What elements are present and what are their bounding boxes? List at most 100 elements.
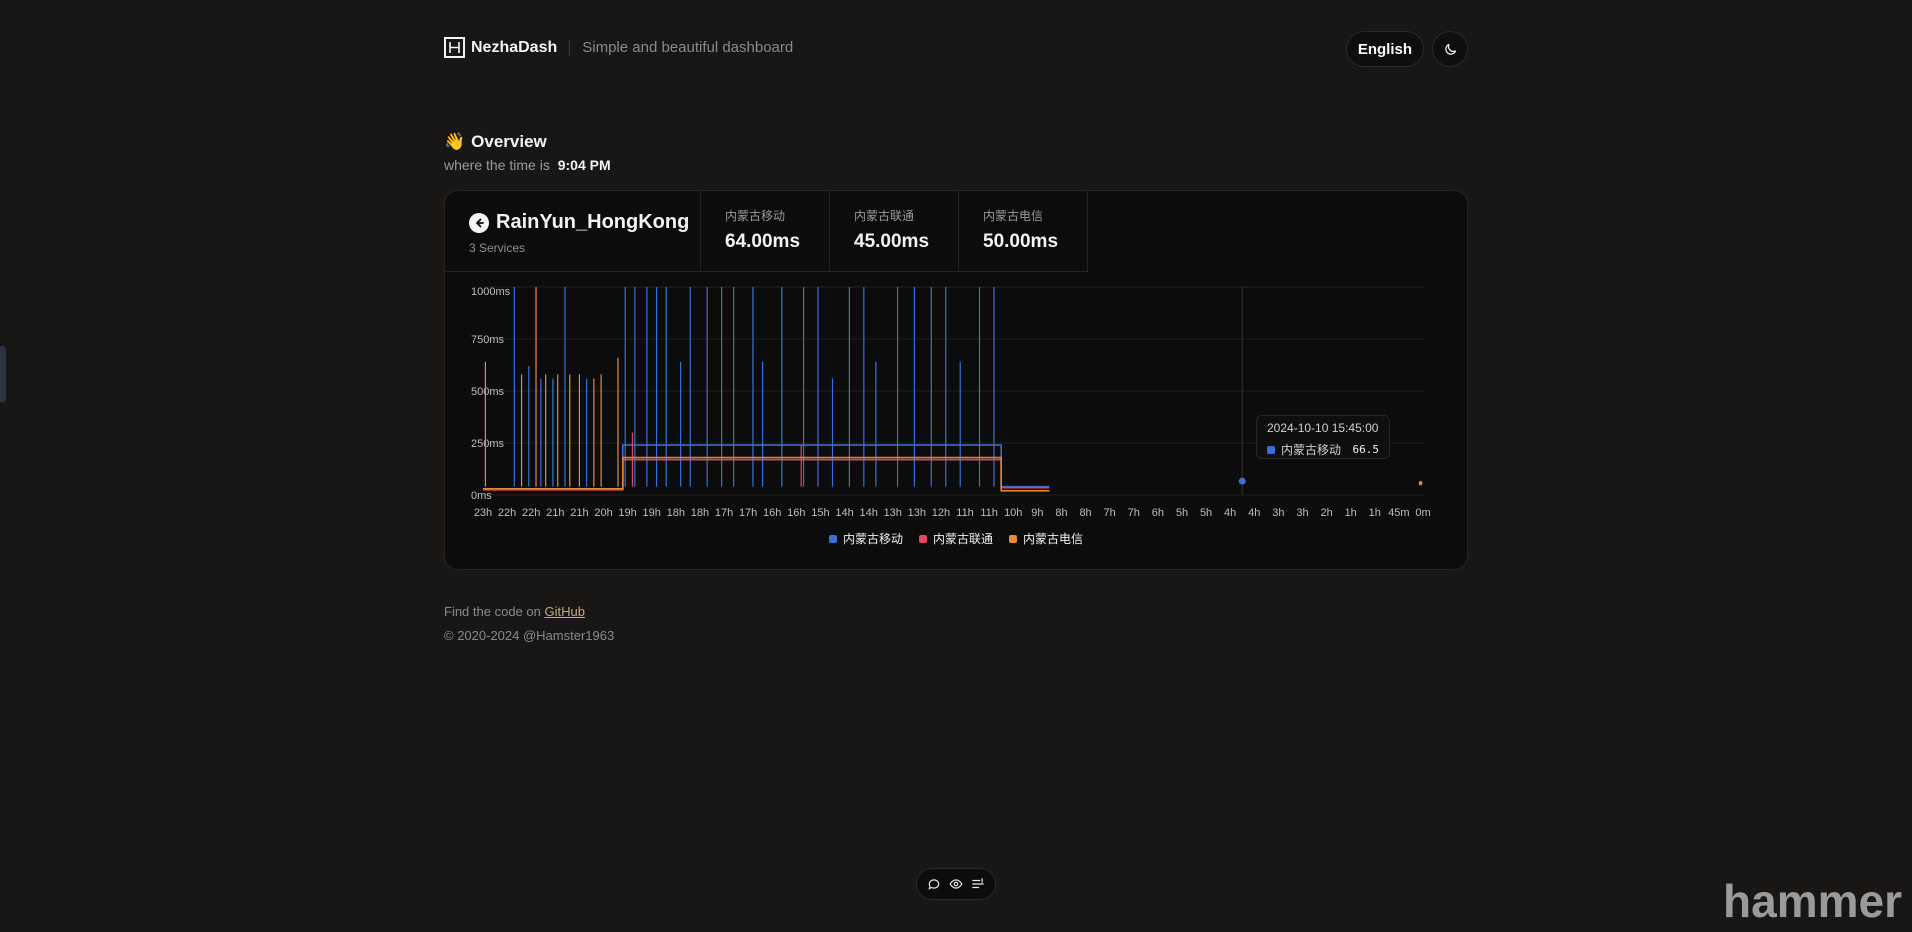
x-tick-label: 2h	[1320, 507, 1332, 519]
stat-value: 45.00ms	[854, 231, 930, 252]
moon-icon	[1444, 43, 1456, 55]
x-tick-label: 8h	[1079, 507, 1091, 519]
footer: Find the code on GitHub © 2020-2024 @Ham…	[444, 600, 614, 648]
header: NezhaDash Simple and beautiful dashboard…	[444, 31, 1468, 70]
x-tick-label: 22h	[498, 507, 516, 519]
legend-label: 内蒙古联通	[932, 532, 993, 546]
x-tick-label: 14h	[835, 507, 853, 519]
stat-telecom[interactable]: 内蒙古电信 50.00ms	[959, 191, 1088, 271]
footer-prefix: Find the code on	[444, 604, 541, 619]
x-tick-label: 7h	[1128, 507, 1140, 519]
x-tick-label: 14h	[859, 507, 877, 519]
wave-icon: 👋	[444, 132, 466, 151]
github-link[interactable]: GitHub	[544, 604, 584, 619]
x-tick-label: 19h	[618, 507, 636, 519]
x-tick-label: 16h	[787, 507, 805, 519]
server-info: RainYun_HongKong 3 Services	[445, 191, 701, 271]
x-tick-label: 3h	[1272, 507, 1284, 519]
y-tick-label: 0ms	[471, 490, 492, 502]
brand-name: NezhaDash	[471, 38, 558, 56]
x-tick-label: 11h	[956, 507, 974, 519]
x-tick-label: 1h	[1369, 507, 1381, 519]
logo-icon	[444, 37, 465, 58]
legend-label: 内蒙古电信	[1023, 532, 1084, 546]
x-tick-label: 15h	[811, 507, 829, 519]
chart-legend: 内蒙古移动 内蒙古联通 内蒙古电信	[445, 530, 1467, 547]
copyright: © 2020-2024 @Hamster1963	[444, 628, 615, 643]
overview-title: Overview	[471, 132, 547, 151]
y-tick-label: 1000ms	[471, 286, 511, 298]
services-count: 3 Services	[469, 241, 526, 255]
legend-item-telecom[interactable]: 内蒙古电信	[1009, 530, 1083, 547]
filter-list-icon[interactable]	[971, 877, 985, 891]
stat-unicom[interactable]: 内蒙古联通 45.00ms	[830, 191, 959, 271]
x-tick-label: 11h	[980, 507, 998, 519]
stat-label: 内蒙古电信	[983, 209, 1044, 223]
message-icon[interactable]	[927, 877, 941, 891]
x-tick-label: 5h	[1176, 507, 1188, 519]
x-tick-label: 18h	[691, 507, 709, 519]
stat-value: 50.00ms	[983, 231, 1059, 252]
legend-swatch	[828, 534, 837, 543]
current-time-row: where the time is 9:04 PM	[444, 157, 611, 173]
series-line	[483, 444, 1050, 490]
server-title-row: RainYun_HongKong	[469, 211, 700, 234]
data-point	[1238, 477, 1246, 485]
language-button[interactable]: English	[1345, 31, 1424, 67]
x-tick-label: 3h	[1296, 507, 1308, 519]
data-point	[1418, 481, 1423, 486]
tooltip-time: 2024-10-10 15:45:00	[1267, 421, 1379, 435]
latency-chart[interactable]: 0ms 250ms 500ms 750ms 1000ms 23h 22h 22h 21h 21h 2…	[445, 279, 1467, 521]
x-tick-label: 7h	[1104, 507, 1116, 519]
y-tick-label: 500ms	[471, 386, 505, 398]
brand-logo[interactable]: NezhaDash Simple and beautiful dashboard	[444, 37, 793, 58]
x-tick-label: 16h	[763, 507, 781, 519]
series-line	[483, 458, 1050, 491]
tooltip-swatch	[1267, 445, 1275, 454]
bottom-dock	[916, 868, 996, 900]
theme-toggle-button[interactable]	[1432, 31, 1468, 67]
x-tick-label: 9h	[1031, 507, 1043, 519]
legend-swatch	[1009, 534, 1017, 543]
legend-item-mobile[interactable]: 内蒙古移动	[828, 530, 903, 547]
x-tick-label: 22h	[522, 507, 540, 519]
y-tick-label: 750ms	[471, 334, 505, 346]
x-tick-label: 0m	[1415, 507, 1430, 519]
stat-mobile[interactable]: 内蒙古移动 64.00ms	[701, 191, 830, 271]
watermark: hammer	[1723, 875, 1902, 927]
overview-title-row: 👋 Overview	[444, 132, 611, 152]
x-tick-label: 4h	[1248, 507, 1260, 519]
tagline: Simple and beautiful dashboard	[582, 39, 794, 56]
stat-label: 内蒙古联通	[854, 209, 915, 223]
tooltip-series: 内蒙古移动	[1281, 443, 1342, 457]
legend-item-unicom[interactable]: 内蒙古联通	[918, 530, 993, 547]
tooltip-row: 内蒙古移动 66.5	[1267, 441, 1379, 458]
footer-github-line: Find the code on GitHub	[444, 600, 614, 624]
x-tick-label: 12h	[932, 507, 950, 519]
chart-tooltip: 2024-10-10 15:45:00 内蒙古移动 66.5	[1256, 415, 1390, 459]
x-tick-label: 4h	[1224, 507, 1236, 519]
arrow-left-circle-icon[interactable]	[469, 212, 489, 233]
x-tick-label: 45m	[1388, 507, 1409, 519]
x-tick-label: 8h	[1055, 507, 1067, 519]
x-tick-label: 6h	[1152, 507, 1164, 519]
x-tick-label: 13h	[908, 507, 926, 519]
x-tick-label: 5h	[1200, 507, 1212, 519]
side-handle[interactable]	[0, 346, 6, 402]
x-tick-label: 1h	[1345, 507, 1357, 519]
x-tick-label: 13h	[884, 507, 902, 519]
x-tick-label: 21h	[546, 507, 564, 519]
overview-section: 👋 Overview where the time is 9:04 PM	[444, 132, 611, 173]
server-monitor-card: RainYun_HongKong 3 Services 内蒙古移动 64.00m…	[444, 190, 1468, 570]
series-line	[483, 456, 1050, 492]
x-tick-label: 20h	[594, 507, 612, 519]
x-tick-label: 17h	[715, 507, 733, 519]
x-tick-label: 18h	[667, 507, 685, 519]
tooltip-value: 66.5	[1352, 443, 1380, 456]
eye-icon[interactable]	[949, 877, 963, 891]
x-tick-label: 17h	[739, 507, 757, 519]
card-header: RainYun_HongKong 3 Services 内蒙古移动 64.00m…	[445, 191, 1088, 272]
x-tick-label: 10h	[1004, 507, 1022, 519]
legend-label: 内蒙古移动	[842, 532, 903, 546]
stat-value: 64.00ms	[725, 231, 801, 252]
